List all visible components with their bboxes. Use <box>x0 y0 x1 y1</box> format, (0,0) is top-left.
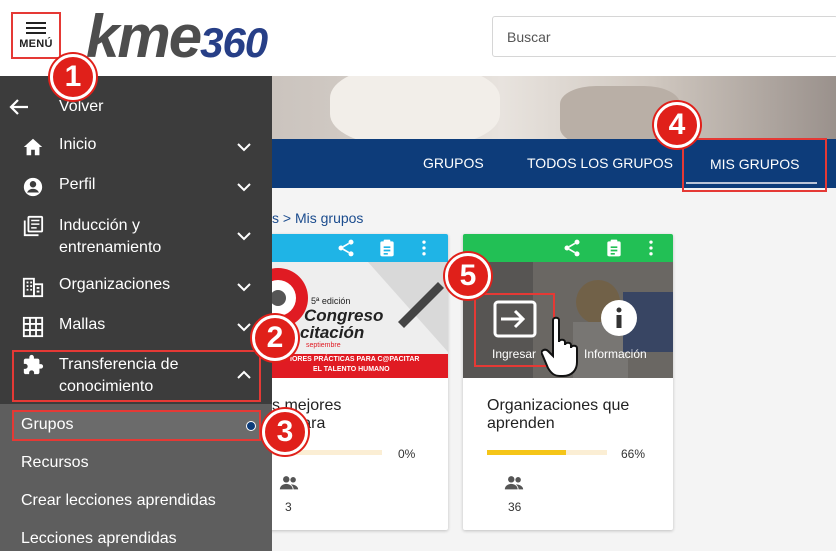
card-toolbar <box>248 234 448 262</box>
tab-mis-grupos-label: MIS GRUPOS <box>710 156 800 172</box>
sidebar-item-inicio[interactable]: Inicio <box>0 134 272 158</box>
callout-4: 4 <box>654 102 700 148</box>
chevron-down-icon <box>237 143 251 152</box>
image-text: IORES PRÁCTICAS PARA C@PACITAR <box>290 356 420 363</box>
city-icon <box>22 277 44 298</box>
chevron-down-icon <box>237 232 251 241</box>
callout-3: 3 <box>262 409 308 455</box>
progress-label: 66% <box>621 447 646 461</box>
submenu-label-grupos[interactable]: Grupos <box>21 416 73 434</box>
home-icon <box>23 138 43 156</box>
card-toolbar <box>463 234 673 262</box>
puzzle-icon <box>23 354 44 375</box>
image-text: septiembre <box>306 342 341 349</box>
progress-fill <box>487 450 566 455</box>
tab-todos-los-grupos[interactable]: TODOS LOS GRUPOS <box>527 139 673 188</box>
back-button[interactable]: Volver <box>0 96 272 118</box>
arrow-back-icon <box>9 99 28 115</box>
menu-label: MENÚ <box>19 37 53 50</box>
sidebar-item-transferencia[interactable]: Transferencia de conocimiento <box>0 354 272 398</box>
tab-grupos[interactable]: GRUPOS <box>423 139 484 188</box>
chevron-down-icon <box>237 283 251 292</box>
top-header: MENÚ kme360 Buscar <box>0 0 836 76</box>
image-text: citación <box>300 323 365 342</box>
account-circle-icon <box>23 177 43 197</box>
enter-icon <box>493 300 537 338</box>
sidebar-item-label: Inicio <box>59 136 97 153</box>
back-label: Volver <box>59 98 104 115</box>
callout-1: 1 <box>50 54 96 100</box>
image-text: 5ª edición <box>311 296 351 306</box>
members-count: 3 <box>285 500 292 514</box>
search-placeholder: Buscar <box>507 28 551 45</box>
members-count: 36 <box>508 500 522 514</box>
sidebar-item-label: Transferencia de conocimiento <box>59 356 179 395</box>
more-vert-icon[interactable] <box>414 238 434 258</box>
sidebar-item-organizaciones[interactable]: Organizaciones <box>0 274 272 298</box>
submenu-item-crear-lecciones[interactable]: Crear lecciones aprendidas <box>21 492 216 510</box>
submenu-item-recursos[interactable]: Recursos <box>21 454 89 472</box>
callout-2: 2 <box>252 315 298 361</box>
more-vert-icon[interactable] <box>641 238 661 258</box>
breadcrumb[interactable]: s > Mis grupos <box>272 210 363 226</box>
sidebar-item-label: Organizaciones <box>59 276 171 293</box>
sidebar-item-label: Inducción y entrenamiento <box>59 217 162 256</box>
search-input[interactable]: Buscar <box>492 16 836 57</box>
groups-nav: GRUPOS TODOS LOS GRUPOS MIS GRUPOS <box>272 138 836 192</box>
clipboard-icon[interactable] <box>604 238 624 258</box>
people-icon <box>504 476 524 490</box>
image-text: EL TALENTO HUMANO <box>313 366 390 373</box>
group-card[interactable]: Ingresar Información Organizaciones que … <box>463 234 673 530</box>
people-icon <box>279 476 299 490</box>
chevron-up-icon <box>237 370 251 379</box>
kme360-logo[interactable]: kme360 <box>86 2 268 71</box>
enter-label: Ingresar <box>492 347 537 361</box>
sidebar-item-induccion[interactable]: Inducción y entrenamiento <box>0 215 272 259</box>
tab-mis-grupos[interactable]: MIS GRUPOS <box>682 138 828 192</box>
hamburger-icon <box>26 21 46 34</box>
callout-5: 5 <box>445 253 491 299</box>
organizaciones-image: Ingresar Información <box>463 262 673 378</box>
info-icon[interactable] <box>600 299 638 337</box>
sidebar-item-label: Mallas <box>59 316 106 333</box>
active-tab-indicator <box>686 182 818 184</box>
clipboard-icon[interactable] <box>377 238 397 258</box>
sidebar-item-mallas[interactable]: Mallas <box>0 314 272 338</box>
chevron-down-icon <box>237 323 251 332</box>
menu-button[interactable]: MENÚ <box>11 12 61 59</box>
submenu-item-lecciones[interactable]: Lecciones aprendidas <box>21 530 177 548</box>
grid-icon <box>22 316 44 338</box>
sidebar-item-label: Perfil <box>59 176 96 193</box>
library-books-icon <box>23 215 44 237</box>
chevron-down-icon <box>237 183 251 192</box>
share-icon[interactable] <box>336 238 356 258</box>
sidebar-item-perfil[interactable]: Perfil <box>0 174 272 198</box>
hand-cursor-icon <box>541 316 578 377</box>
group-card[interactable]: 5ª edición Congreso citación septiembre … <box>248 234 448 530</box>
progress-label: 0% <box>398 447 416 461</box>
active-dot <box>246 421 256 431</box>
side-menu: Volver Inicio Perfil Inducción y entrena… <box>0 76 272 551</box>
card-title[interactable]: Organizaciones que aprenden <box>487 397 629 433</box>
info-label: Información <box>584 347 647 361</box>
share-icon[interactable] <box>562 238 582 258</box>
